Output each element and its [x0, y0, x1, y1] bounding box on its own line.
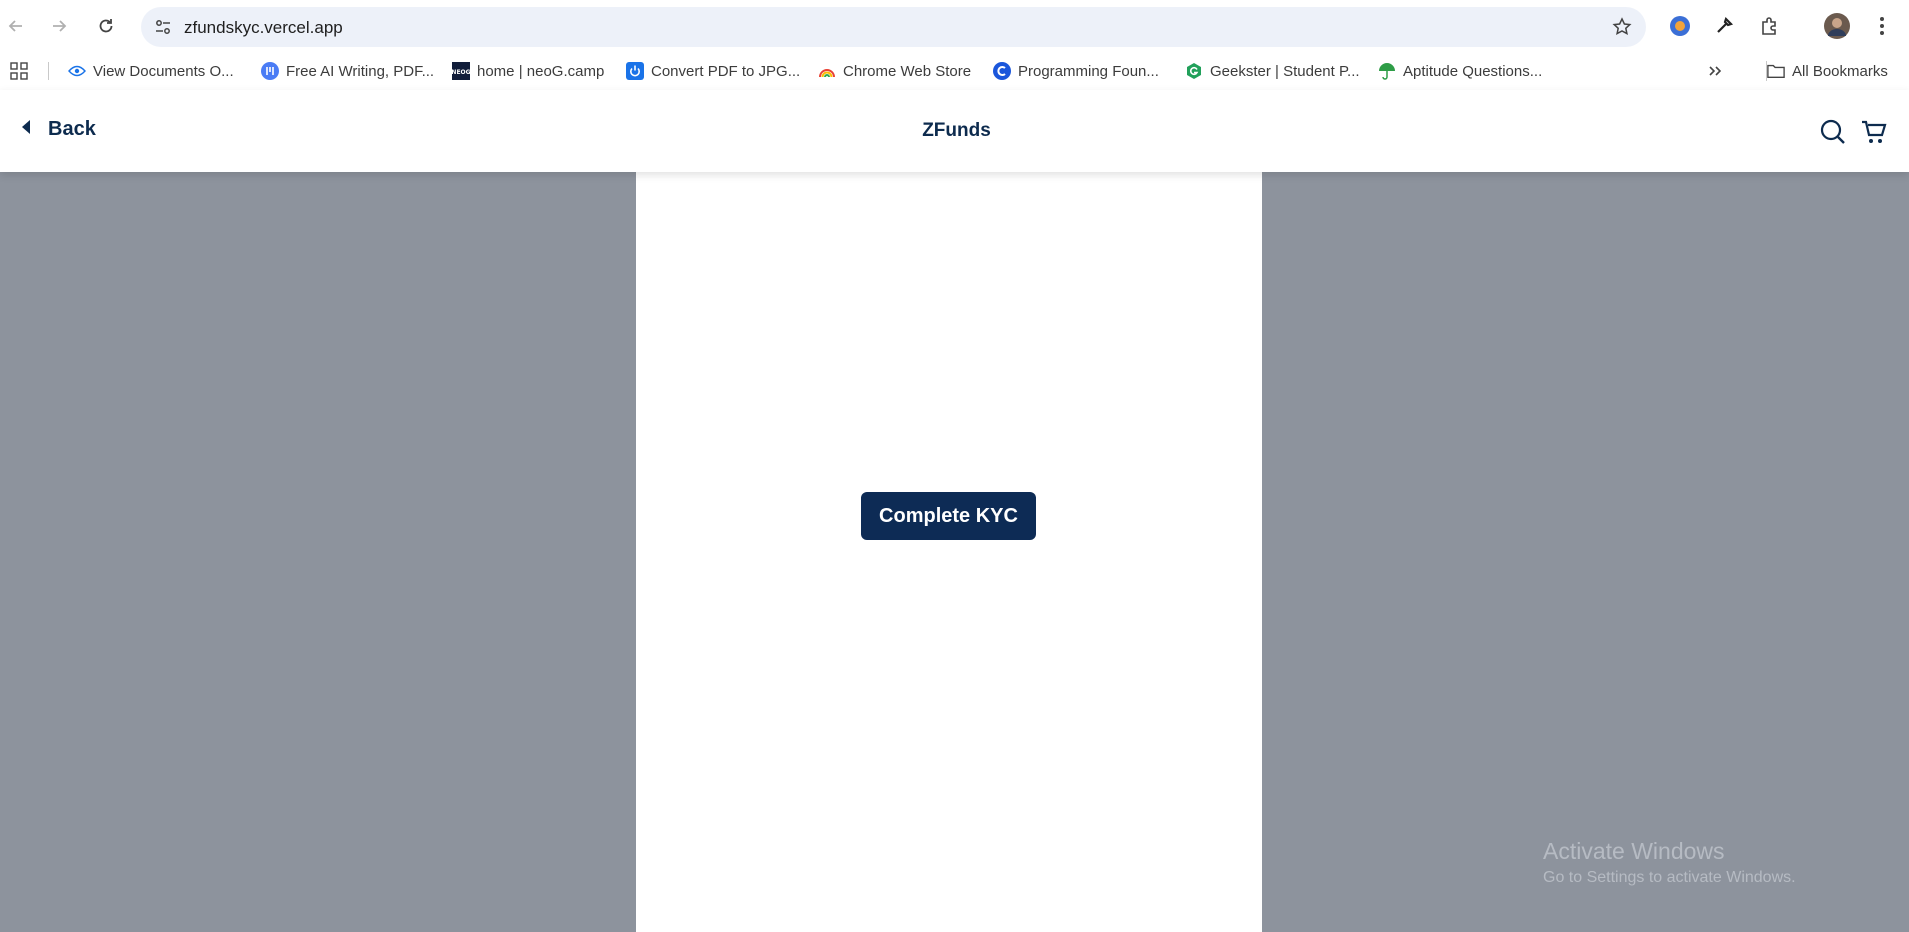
complete-kyc-button[interactable]: Complete KYC — [861, 492, 1036, 540]
apps-grid-icon[interactable] — [10, 61, 28, 81]
cart-icon[interactable] — [1860, 118, 1888, 146]
bookmark-label: Chrome Web Store — [843, 62, 972, 80]
watermark-title: Activate Windows — [1543, 838, 1725, 864]
bookmark-label: Aptitude Questions... — [1403, 62, 1543, 80]
content-panel — [636, 172, 1262, 932]
bookmark-label: home | neoG.camp — [477, 62, 605, 80]
writing-app-icon — [261, 62, 279, 80]
bookmark-item[interactable]: NEOG home | neoG.camp — [452, 61, 604, 81]
more-bookmarks-chevron-icon[interactable] — [1708, 61, 1722, 81]
bookmark-label: Free AI Writing, PDF... — [286, 62, 435, 80]
bookmark-label: Geekster | Student P... — [1210, 62, 1360, 80]
extension-circle-icon[interactable] — [1668, 14, 1692, 38]
reload-icon[interactable] — [94, 14, 118, 38]
bookmark-item[interactable]: Geekster | Student P... — [1185, 61, 1360, 81]
menu-kebab-icon[interactable] — [1870, 14, 1894, 38]
address-bar[interactable]: zfundskyc.vercel.app — [141, 7, 1646, 47]
all-bookmarks-label: All Bookmarks — [1792, 62, 1888, 80]
bookmark-label: Convert PDF to JPG... — [651, 62, 801, 80]
c-logo-icon — [993, 62, 1011, 80]
bookmark-item[interactable]: Programming Foun... — [993, 61, 1159, 81]
watermark-subtitle: Go to Settings to activate Windows. — [1543, 869, 1796, 886]
bookmarks-divider — [48, 62, 49, 80]
bookmark-star-icon[interactable] — [1610, 15, 1634, 39]
bookmark-item[interactable]: Aptitude Questions... — [1378, 61, 1542, 81]
url-text[interactable]: zfundskyc.vercel.app — [184, 18, 343, 38]
site-info-icon[interactable] — [151, 15, 175, 39]
page-title: ZFunds — [922, 120, 991, 141]
search-icon[interactable] — [1819, 118, 1847, 146]
bookmark-item[interactable]: Convert PDF to JPG... — [626, 61, 800, 81]
browser-toolbar: zfundskyc.vercel.app — [0, 0, 1909, 52]
profile-avatar[interactable] — [1824, 13, 1850, 39]
all-bookmarks[interactable]: All Bookmarks — [1766, 61, 1888, 81]
g-logo-icon — [1185, 62, 1203, 80]
svg-text:NEOG: NEOG — [452, 69, 470, 76]
umbrella-icon — [1378, 62, 1396, 80]
extensions-puzzle-icon[interactable] — [1758, 14, 1782, 38]
bookmark-item[interactable]: View Documents O... — [68, 61, 234, 81]
eye-icon — [68, 62, 86, 80]
bookmarks-bar: View Documents O... Free AI Writing, PDF… — [0, 52, 1909, 90]
app-header: Back ZFunds — [0, 90, 1909, 172]
bookmark-item[interactable]: Free AI Writing, PDF... — [261, 61, 434, 81]
power-icon — [626, 62, 644, 80]
bookmark-item[interactable]: Chrome Web Store — [818, 61, 971, 81]
bookmark-label: View Documents O... — [93, 62, 234, 80]
rainbow-icon — [818, 62, 836, 80]
eyedropper-icon[interactable] — [1712, 14, 1736, 38]
back-arrow-icon[interactable] — [4, 14, 28, 38]
neog-icon: NEOG — [452, 62, 470, 80]
forward-arrow-icon[interactable] — [47, 14, 71, 38]
windows-activation-watermark: Activate Windows Go to Settings to activ… — [1543, 838, 1796, 887]
folder-icon — [1767, 62, 1785, 80]
bookmark-label: Programming Foun... — [1018, 62, 1159, 80]
